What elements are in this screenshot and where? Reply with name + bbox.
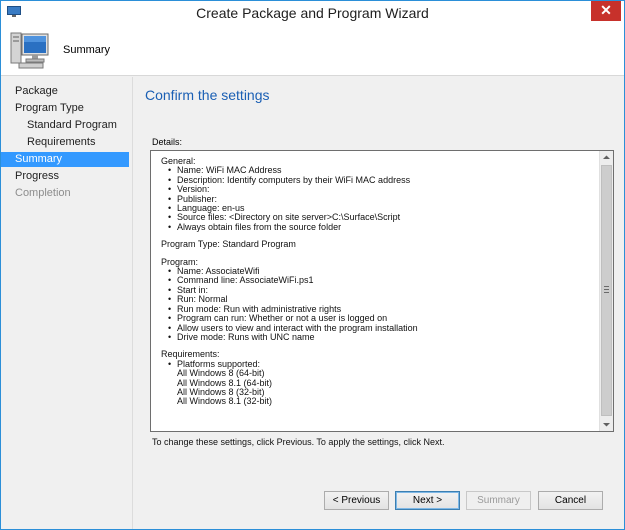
requirements-list: Platforms supported: [167,359,581,370]
details-label: Details: [152,137,183,147]
close-button[interactable]: ✕ [591,1,621,21]
details-textbox[interactable]: General: Name: WiFi MAC Address Descript… [150,150,614,432]
next-button[interactable]: Next > [395,491,460,510]
nav-item-requirements[interactable]: Requirements [1,135,129,150]
list-item: Drive mode: Runs with UNC name [167,332,581,343]
content-panel: Confirm the settings Details: General: N… [132,77,624,529]
list-item: Always obtain files from the source fold… [167,222,581,233]
details-content: General: Name: WiFi MAC Address Descript… [161,156,581,407]
list-item: Version: [167,184,581,195]
program-list: Name: AssociateWifi Command line: Associ… [167,266,581,343]
scrollbar-thumb[interactable] [601,165,612,416]
nav-item-completion: Completion [15,187,71,199]
window-title: Create Package and Program Wizard [196,5,429,21]
vertical-scrollbar[interactable] [599,151,613,431]
previous-button[interactable]: < Previous [324,491,389,510]
general-list: Name: WiFi MAC Address Description: Iden… [167,165,581,233]
nav-item-program-type[interactable]: Program Type [1,101,129,116]
content-heading: Confirm the settings [145,87,270,103]
nav-item-package[interactable]: Package [1,84,129,99]
title-bar: Create Package and Program Wizard ✕ [1,1,624,24]
list-item: Start in: [167,285,581,296]
program-type-line: Program Type: Standard Program [161,239,296,250]
nav-item-standard-program[interactable]: Standard Program [1,118,129,133]
scroll-down-arrow-icon[interactable] [600,418,613,431]
nav-item-summary[interactable]: Summary [1,152,129,167]
wizard-window: Create Package and Program Wizard ✕ Summ… [0,0,625,530]
platform-item: All Windows 8.1 (32-bit) [177,396,273,407]
scroll-up-arrow-icon[interactable] [600,151,613,164]
cancel-button[interactable]: Cancel [538,491,603,510]
list-item: Description: Identify computers by their… [167,175,581,186]
nav-item-progress[interactable]: Progress [1,169,129,184]
wizard-steps-nav: Package Program Type Standard Program Re… [1,77,132,529]
wizard-header: Summary [1,24,624,76]
grip-icon [604,286,609,293]
list-item: Platforms supported: [167,359,581,370]
list-item: Command line: AssociateWiFi.ps1 [167,276,581,287]
footer-instruction: To change these settings, click Previous… [152,437,445,447]
page-title: Summary [63,44,111,56]
computer-monitor-icon [10,32,49,69]
close-icon: ✕ [600,2,612,18]
summary-button: Summary [466,491,531,510]
